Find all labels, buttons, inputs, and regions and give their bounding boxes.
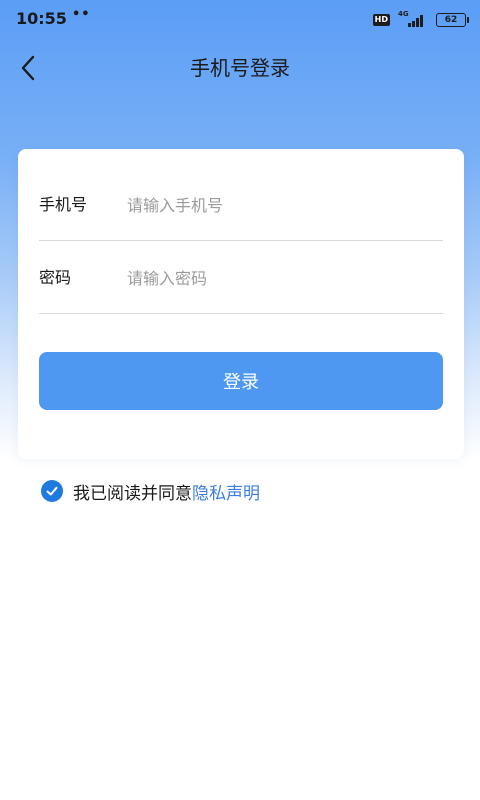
checkmark-icon xyxy=(46,486,58,496)
phone-row: 手机号 xyxy=(39,169,443,241)
password-input[interactable] xyxy=(127,262,427,294)
status-time: 10:55 xyxy=(16,9,67,28)
password-row: 密码 xyxy=(39,242,443,314)
checkbox-checked-icon[interactable] xyxy=(41,480,63,502)
status-indicators: HD 4G 62 xyxy=(372,10,469,29)
password-label: 密码 xyxy=(39,268,72,287)
login-card: 手机号 密码 登录 xyxy=(18,149,464,459)
phone-input[interactable] xyxy=(127,189,427,221)
page-title: 手机号登录 xyxy=(190,56,290,80)
privacy-policy-link[interactable]: 隐私声明 xyxy=(192,479,260,504)
privacy-agreement[interactable]: 我已阅读并同意 隐私声明 xyxy=(41,478,260,504)
phone-label: 手机号 xyxy=(39,195,88,214)
battery-level: 62 xyxy=(444,15,458,25)
signal-icon: 4G xyxy=(398,10,428,28)
battery-icon: 62 xyxy=(436,13,469,27)
login-button[interactable]: 登录 xyxy=(39,352,443,410)
agreement-text: 我已阅读并同意 xyxy=(73,483,192,504)
status-notification-dots: •• xyxy=(72,7,91,22)
hd-icon: HD xyxy=(372,14,390,26)
status-bar: 10:55 •• HD 4G 62 xyxy=(0,0,480,40)
